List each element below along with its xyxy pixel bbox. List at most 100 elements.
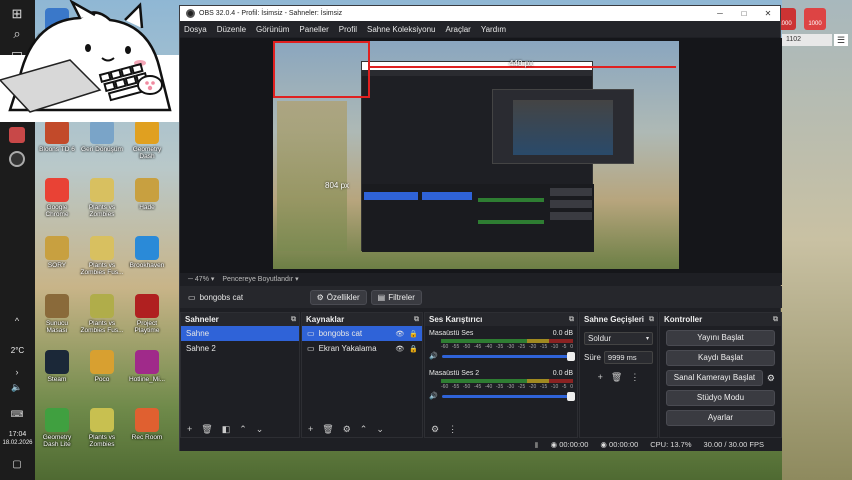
volume-knob[interactable] <box>567 351 575 361</box>
obs-titlebar[interactable]: OBS 32.0.4 - Profil: İsimsiz - Sahneler:… <box>180 6 780 21</box>
desktop-icon[interactable]: Google Chrome <box>35 178 79 219</box>
add-icon[interactable]: + <box>308 424 313 434</box>
desktop-icon[interactable]: Geometry Dash Lite <box>35 408 79 449</box>
desktop-icon-label: Plants vs Zombies <box>88 204 116 219</box>
speaker-icon[interactable]: 🔊 <box>429 352 438 360</box>
scene-item[interactable]: Sahne 2 <box>181 341 299 356</box>
menu-item[interactable]: Düzenle <box>217 25 246 34</box>
desktop-icon[interactable]: Steam <box>35 350 79 383</box>
preview-area[interactable]: 440 px 804 px <box>180 38 782 273</box>
filters-button[interactable]: ▤ Filtreler <box>370 289 422 305</box>
trash-icon[interactable]: 🗑 <box>201 424 212 435</box>
arrow-up-icon[interactable]: ⌃ <box>360 424 368 435</box>
preview-canvas[interactable]: 440 px 804 px <box>273 41 679 269</box>
dock-menu-icon[interactable]: ⧉ <box>773 316 778 324</box>
duration-stepper[interactable]: 9999 ms <box>603 351 653 364</box>
weather-temp[interactable]: 2°C <box>0 346 35 355</box>
desktop-icon[interactable]: Plants vs Zombies <box>80 408 124 449</box>
control-button[interactable]: Sanal Kamerayı Başlat <box>666 370 763 386</box>
menu-item[interactable]: Görünüm <box>256 25 289 34</box>
desktop-icon-label: Plants vs Zombies Fus... <box>80 320 124 335</box>
game-menu-icon[interactable]: ☰ <box>834 34 848 46</box>
more-icon[interactable]: ⋮ <box>448 424 457 435</box>
control-button[interactable]: Stüdyo Modu <box>666 390 775 406</box>
desktop-icon[interactable]: Hotline_Mi... <box>125 350 169 383</box>
desktop-icon[interactable]: Plants vs Zombies Fus... <box>80 294 124 335</box>
desktop-icon[interactable]: Project Playtime <box>125 294 169 335</box>
maximize-icon[interactable]: □ <box>732 9 756 18</box>
dock-menu-icon[interactable]: ⧉ <box>414 316 419 324</box>
add-icon[interactable]: + <box>598 372 603 383</box>
selection-box-bongo[interactable] <box>273 41 370 98</box>
control-button[interactable]: Ayarlar <box>666 410 775 426</box>
channel-db: 0.0 dB <box>552 370 573 377</box>
desktop-icon[interactable]: SORY <box>35 236 79 269</box>
desktop-icon[interactable]: Poco <box>80 350 124 383</box>
filter-icon[interactable]: ◧ <box>222 424 231 435</box>
arrow-down-icon[interactable]: ⌄ <box>376 424 384 435</box>
properties-button[interactable]: ⚙ Özellikler <box>309 289 367 305</box>
volume-slider[interactable] <box>441 391 575 401</box>
source-item[interactable]: ▭ bongobs cat 👁 🔒 <box>302 326 422 341</box>
desktop-icon[interactable]: Rec Room <box>125 408 169 441</box>
menu-item[interactable]: Sahne Koleksiyonu <box>367 25 436 34</box>
record-status: ◉ 00:00:00 <box>600 440 639 449</box>
close-icon[interactable]: ✕ <box>756 9 780 18</box>
volume-slider[interactable] <box>441 351 575 361</box>
minimize-icon[interactable]: ─ <box>708 9 732 18</box>
transition-type-select[interactable]: Soldur ▾ <box>584 332 653 345</box>
desktop-icon[interactable]: Sunucu Masası <box>35 294 79 335</box>
keyboard-icon[interactable]: ⌨ <box>8 405 26 423</box>
arrow-down-icon[interactable]: ⌄ <box>256 424 264 435</box>
control-button[interactable]: Yayını Başlat <box>666 330 775 346</box>
clock-time[interactable]: 17:04 <box>0 431 35 438</box>
obs-taskbar-icon[interactable] <box>9 151 25 167</box>
control-button[interactable]: Kaydı Başlat <box>666 350 775 366</box>
speaker-icon[interactable]: 🔊 <box>429 392 438 400</box>
clock-date[interactable]: 18.02.2026 <box>0 440 35 446</box>
more-icon[interactable]: ⋮ <box>630 372 639 383</box>
mixer-toolbar: ⚙ ⋮ <box>425 421 577 437</box>
desktop-icon[interactable]: Geometry Dash <box>125 120 169 161</box>
scene-item[interactable]: Sahne <box>181 326 299 341</box>
menu-item[interactable]: Paneller <box>299 25 328 34</box>
eye-icon[interactable]: 👁 <box>395 345 404 353</box>
desktop-icon[interactable]: Brookhaven <box>125 236 169 269</box>
source-name: Ekran Yakalama <box>318 344 377 353</box>
notifications-icon[interactable]: ▢ <box>8 455 26 473</box>
arrow-up-icon[interactable]: ⌃ <box>239 424 247 435</box>
gear-icon[interactable]: ⚙ <box>431 424 439 435</box>
desktop-icon[interactable]: Plants vs Zombies Fus... <box>80 236 124 277</box>
stream-status: ◉ 00:00:00 <box>550 440 589 449</box>
eye-icon[interactable]: 👁 <box>395 330 404 338</box>
speaker-icon[interactable]: 🔈 <box>8 378 26 396</box>
zoom-dropdown[interactable]: ─ 47% ▾ <box>188 275 214 283</box>
trash-icon[interactable]: 🗑 <box>611 372 622 383</box>
desktop-icon[interactable]: Geri Dönüşüm <box>80 120 124 153</box>
add-icon[interactable]: + <box>187 424 192 434</box>
control-row: Ayarlar <box>660 406 781 426</box>
bongo-cat-overlay <box>0 0 205 122</box>
menu-item[interactable]: Yardım <box>481 25 506 34</box>
gear-icon[interactable]: ⚙ <box>343 424 351 435</box>
fit-to-window-dropdown[interactable]: Pencereye Boyutlandır ▾ <box>222 275 298 283</box>
volume-knob[interactable] <box>567 391 575 401</box>
lock-icon[interactable]: 🔒 <box>409 330 418 338</box>
taskbar-app-icon[interactable] <box>9 127 25 143</box>
menu-item[interactable]: Araçlar <box>446 25 471 34</box>
trash-icon[interactable]: 🗑 <box>322 424 333 435</box>
source-item[interactable]: ▭ Ekran Yakalama 👁 🔒 <box>302 341 422 356</box>
transitions-dock: Sahne Geçişleri ⧉ Soldur ▾ Süre 9999 ms + … <box>579 312 658 438</box>
desktop-icon[interactable]: Hade <box>125 178 169 211</box>
menu-item[interactable]: Dosya <box>184 25 207 34</box>
desktop-icon[interactable]: Bloons TD 6 <box>35 120 79 153</box>
dock-menu-icon[interactable]: ⧉ <box>291 316 296 324</box>
app-icon <box>45 236 69 260</box>
lock-icon[interactable]: 🔒 <box>409 345 418 353</box>
dock-menu-icon[interactable]: ⧉ <box>569 316 574 324</box>
chevron-up-icon[interactable]: ^ <box>8 312 26 330</box>
desktop-icon[interactable]: Plants vs Zombies <box>80 178 124 219</box>
dock-menu-icon[interactable]: ⧉ <box>649 316 654 324</box>
gear-icon[interactable]: ⚙ <box>767 373 775 384</box>
menu-item[interactable]: Profil <box>339 25 357 34</box>
